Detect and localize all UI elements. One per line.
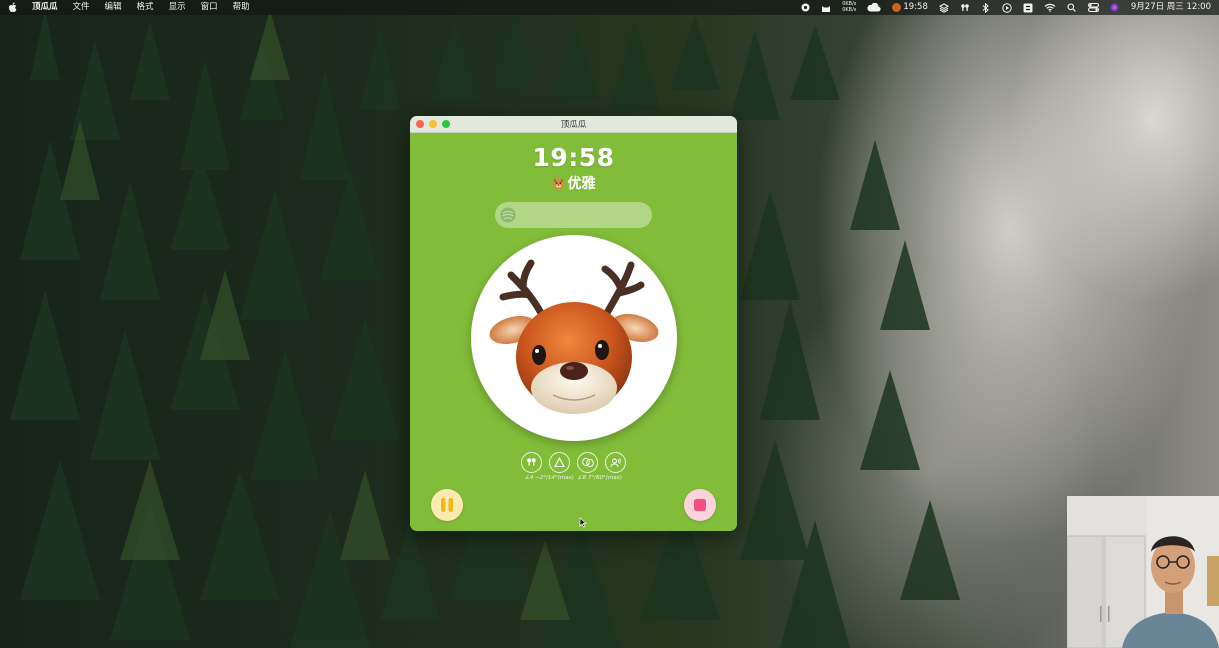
pause-icon [441, 498, 453, 512]
tray-clock[interactable]: 19:58 [892, 0, 928, 15]
emoji-face-icon [552, 177, 565, 190]
pause-button[interactable] [431, 489, 463, 521]
record-icon[interactable] [800, 0, 810, 15]
session-progress [495, 202, 652, 228]
person-sound-icon[interactable] [605, 452, 626, 473]
posture-status: 优雅 [410, 173, 737, 193]
menu-bar: 顶瓜瓜 文件 编辑 格式 显示 窗口 帮助 0KB/s 0KB/s 19:58 [0, 0, 1219, 15]
apple-icon[interactable] [8, 2, 18, 13]
turn-angle: ∠8 7°/60°(max) [577, 475, 622, 481]
airpods-icon[interactable] [960, 0, 970, 15]
deer-avatar[interactable] [471, 235, 677, 441]
airpods-icon[interactable] [521, 452, 542, 473]
close-button[interactable] [416, 120, 424, 128]
menu-window[interactable]: 窗口 [201, 0, 218, 15]
menu-file[interactable]: 文件 [73, 0, 90, 15]
stop-icon [694, 499, 706, 511]
search-icon[interactable] [1067, 0, 1077, 15]
menu-help[interactable]: 帮助 [233, 0, 250, 15]
tilt-angle: ∠4 −2°/14°(max) [525, 475, 574, 481]
angle-readout: ∠4 −2°/14°(max) ∠8 7°/60°(max) [410, 475, 737, 481]
masks-icon[interactable] [577, 452, 598, 473]
menu-datetime[interactable]: 9月27日 周三 12:00 [1131, 0, 1211, 15]
deer-icon [892, 3, 902, 12]
dollar-icon[interactable] [1023, 0, 1033, 15]
menu-edit[interactable]: 编辑 [105, 0, 122, 15]
menu-format[interactable]: 格式 [137, 0, 154, 15]
webcam-overlay [1067, 496, 1219, 648]
menu-app-name[interactable]: 顶瓜瓜 [32, 0, 58, 15]
window-title: 顶瓜瓜 [560, 120, 587, 130]
cat-icon[interactable] [821, 0, 831, 15]
bluetooth-icon[interactable] [981, 0, 991, 15]
triangle-icon[interactable] [549, 452, 570, 473]
posture-label: 优雅 [567, 176, 596, 192]
tray-time: 19:58 [903, 2, 928, 12]
app-window: 顶瓜瓜 19:58 优雅 ∠4 −2°/14°(max) ∠8 7°/60°(m… [410, 116, 737, 531]
menu-view[interactable]: 显示 [169, 0, 186, 15]
zoom-button[interactable] [442, 120, 450, 128]
window-controls [416, 120, 455, 128]
wifi-icon[interactable] [1044, 0, 1056, 15]
timer-clock: 19:58 [532, 143, 615, 172]
download-speed: 0KB/s [842, 6, 857, 13]
control-center-icon[interactable] [1087, 0, 1099, 15]
cloud-icon[interactable] [867, 0, 882, 15]
stack-icon[interactable] [938, 0, 949, 15]
minimize-button[interactable] [429, 120, 437, 128]
network-speed: 0KB/s 0KB/s [842, 1, 857, 13]
progress-knob-icon [500, 207, 516, 223]
device-icon-row [410, 452, 737, 473]
window-titlebar[interactable]: 顶瓜瓜 [410, 116, 737, 133]
siri-icon[interactable] [1110, 0, 1120, 15]
mouse-cursor-icon [579, 517, 587, 528]
stop-button[interactable] [684, 489, 716, 521]
play-icon[interactable] [1002, 0, 1012, 15]
